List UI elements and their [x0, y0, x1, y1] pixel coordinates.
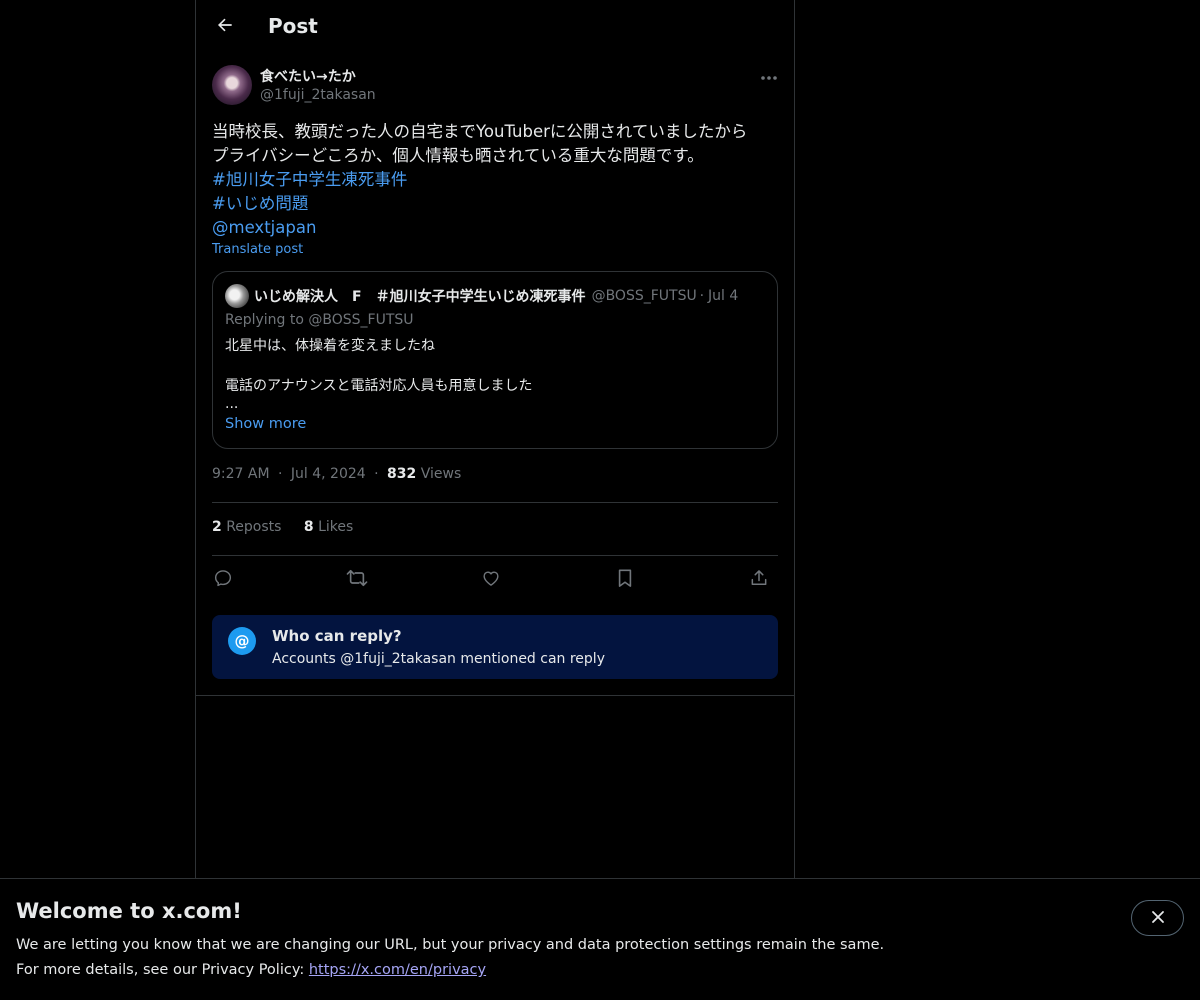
post-time[interactable]: 9:27 AM: [212, 466, 270, 482]
translate-post-link[interactable]: Translate post: [212, 242, 303, 257]
author-handle[interactable]: @1fuji_2takasan: [260, 87, 376, 103]
page-title: Post: [268, 14, 318, 38]
likes-label: Likes: [318, 519, 354, 535]
quoted-body-ellipsis: ...: [225, 396, 239, 412]
separator-dot: ·: [699, 288, 705, 304]
post-stats: 2 Reposts 8 Likes: [212, 519, 371, 535]
separator-dot: ·: [278, 466, 283, 482]
separator-dot: ·: [374, 466, 379, 482]
close-banner-button[interactable]: [1131, 900, 1184, 936]
quoted-avatar: [225, 284, 249, 308]
like-icon: [481, 568, 501, 592]
close-icon: [1151, 909, 1165, 928]
arrow-left-icon: [215, 15, 235, 39]
views-label: Views: [420, 466, 462, 482]
bookmark-button[interactable]: [609, 564, 641, 596]
hashtag-link[interactable]: #いじめ問題: [212, 192, 308, 216]
likes-count: 8: [303, 519, 314, 535]
who-can-reply-title: Who can reply?: [272, 627, 402, 645]
banner-text: For more details, see our Privacy Policy…: [16, 962, 486, 978]
more-horizontal-icon: [760, 66, 778, 85]
back-button[interactable]: [208, 10, 242, 44]
show-more-link[interactable]: Show more: [225, 416, 306, 432]
likes-stat[interactable]: 8 Likes: [304, 519, 353, 535]
post-date[interactable]: Jul 4, 2024: [291, 466, 366, 482]
divider: [212, 555, 778, 556]
bookmark-icon: [616, 568, 634, 592]
who-can-reply-notice: @ Who can reply? Accounts @1fuji_2takasa…: [212, 615, 778, 679]
quoted-replying-to: Replying to @BOSS_FUTSU: [225, 312, 414, 328]
post-text-line: 当時校長、教頭だった人の自宅までYouTuberに公開されていましたから: [212, 122, 748, 141]
reply-button[interactable]: [207, 564, 239, 596]
mention-link[interactable]: @mextjapan: [212, 216, 316, 240]
reply-icon: [213, 568, 233, 592]
quoted-body: 北星中は、体操着を変えましたね 電話のアナウンスと電話対応人員も用意しました .…: [225, 336, 532, 412]
banner-text-prefix: For more details, see our Privacy Policy…: [16, 962, 309, 978]
quoted-body-line: 電話のアナウンスと電話対応人員も用意しました: [225, 378, 533, 394]
share-icon: [749, 568, 769, 592]
quoted-post-header: いじめ解決人 F ＃旭川女子中学生いじめ凍死事件 @BOSS_FUTSU · J…: [225, 284, 765, 308]
welcome-banner: Welcome to x.com! We are letting you kno…: [0, 878, 1200, 1000]
who-can-reply-subtitle: Accounts @1fuji_2takasan mentioned can r…: [272, 651, 605, 667]
avatar[interactable]: [212, 65, 252, 105]
reposts-label: Reposts: [226, 519, 282, 535]
post-author: 食べたい→たか @1fuji_2takasan: [212, 65, 782, 109]
views-count: 832: [387, 466, 417, 482]
divider: [212, 502, 778, 503]
quoted-author-handle: @BOSS_FUTSU: [591, 288, 696, 304]
quoted-post[interactable]: いじめ解決人 F ＃旭川女子中学生いじめ凍死事件 @BOSS_FUTSU · J…: [212, 271, 778, 449]
banner-title: Welcome to x.com!: [16, 899, 242, 923]
quoted-body-line: 北星中は、体操着を変えましたね: [225, 338, 435, 354]
reposts-stat[interactable]: 2 Reposts: [212, 519, 281, 535]
hashtag-link[interactable]: #旭川女子中学生凍死事件: [212, 168, 407, 192]
more-options-button[interactable]: [756, 63, 782, 87]
author-name[interactable]: 食べたい→たか: [260, 66, 356, 86]
action-bar: [212, 564, 778, 596]
post-text-line: プライバシーどころか、個人情報も晒されている重大な問題です。: [212, 146, 704, 165]
share-button[interactable]: [743, 564, 775, 596]
like-button[interactable]: [475, 564, 507, 596]
mention-icon: @: [228, 627, 256, 655]
post-meta: 9:27 AM · Jul 4, 2024 · 832 Views: [212, 466, 461, 482]
main-column: Post 食べたい→たか @1fuji_2takasan 当時校長、教頭だった人…: [195, 0, 795, 1000]
page-header: Post: [196, 0, 794, 55]
reposts-count: 2: [212, 519, 222, 535]
repost-button[interactable]: [341, 564, 373, 596]
quoted-author-name: いじめ解決人 F ＃旭川女子中学生いじめ凍死事件: [254, 289, 586, 305]
divider: [196, 695, 794, 696]
post-text: 当時校長、教頭だった人の自宅までYouTuberに公開されていましたから プライ…: [212, 120, 782, 240]
quoted-date: Jul 4: [708, 288, 739, 304]
privacy-policy-link[interactable]: https://x.com/en/privacy: [309, 962, 486, 978]
repost-icon: [346, 568, 368, 592]
banner-text: We are letting you know that we are chan…: [16, 937, 885, 953]
